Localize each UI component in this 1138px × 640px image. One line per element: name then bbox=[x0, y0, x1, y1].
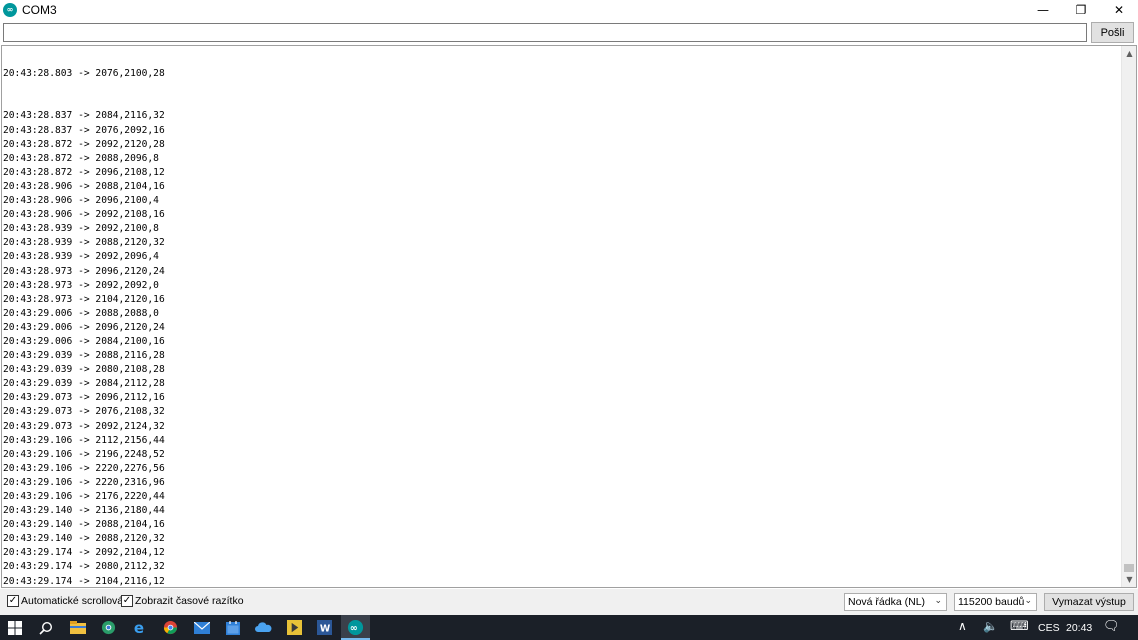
output-line: 20:43:28.872 -> 2092,2120,28 bbox=[3, 138, 165, 150]
chevron-down-icon: ⌄ bbox=[1024, 596, 1032, 606]
output-line: 20:43:29.140 -> 2088,2120,32 bbox=[3, 533, 165, 545]
output-line: 20:43:29.106 -> 2176,2220,44 bbox=[3, 491, 165, 502]
edge-icon[interactable]: e bbox=[130, 618, 149, 637]
output-line: 20:43:29.174 -> 2080,2112,32 bbox=[3, 561, 165, 573]
clear-output-button[interactable]: Vymazat výstup bbox=[1044, 593, 1134, 611]
output-line: 20:43:28.906 -> 2092,2108,16 bbox=[3, 209, 165, 221]
volume-icon[interactable]: 🔈 bbox=[983, 619, 998, 633]
line-ending-select[interactable]: Nová řádka (NL) ⌄ bbox=[844, 593, 947, 611]
output-line: 20:43:29.039 -> 2080,2108,28 bbox=[3, 364, 165, 376]
output-line: 20:43:28.939 -> 2092,2100,8 bbox=[3, 223, 159, 235]
mail-icon[interactable] bbox=[192, 618, 211, 637]
output-line: 20:43:28.973 -> 2104,2120,16 bbox=[3, 293, 165, 305]
autoscroll-checkbox[interactable]: ✓ bbox=[7, 595, 19, 607]
check-icon: ✓ bbox=[8, 595, 18, 606]
tray-overflow-icon[interactable]: ∧ bbox=[958, 619, 967, 633]
search-icon[interactable] bbox=[36, 618, 55, 637]
timestamp-option[interactable]: ✓ Zobrazit časové razítko bbox=[121, 595, 244, 607]
media-player-icon[interactable] bbox=[285, 618, 304, 637]
output-line: 20:43:29.006 -> 2096,2120,24 bbox=[3, 321, 165, 333]
output-line: 20:43:29.174 -> 2092,2104,12 bbox=[3, 547, 165, 559]
output-line: 20:43:29.106 -> 2196,2248,52 bbox=[3, 448, 165, 460]
output-line: 20:43:29.174 -> 2104,2116,12 bbox=[3, 575, 165, 587]
output-line: 20:43:29.106 -> 2220,2316,96 bbox=[3, 476, 165, 488]
baud-rate-value: 115200 baudů bbox=[958, 596, 1025, 608]
autoscroll-label: Automatické scrollování bbox=[21, 595, 132, 607]
output-line: 20:43:28.939 -> 2092,2096,4 bbox=[3, 251, 159, 263]
close-icon: ✕ bbox=[1113, 2, 1125, 17]
output-line: 20:43:29.039 -> 2088,2116,28 bbox=[3, 350, 165, 362]
timestamp-label: Zobrazit časové razítko bbox=[135, 595, 244, 607]
send-bar: Pošli bbox=[0, 20, 1138, 45]
output-line: 20:43:28.837 -> 2084,2116,32 bbox=[3, 110, 165, 122]
word-icon[interactable]: W bbox=[315, 618, 334, 637]
svg-text:W: W bbox=[320, 624, 331, 635]
output-line: 20:43:28.973 -> 2092,2092,0 bbox=[3, 279, 159, 291]
output-line: 20:43:29.073 -> 2096,2112,16 bbox=[3, 392, 165, 404]
scroll-up-icon: ▲ bbox=[1126, 49, 1133, 58]
clock[interactable]: 20:43 bbox=[1066, 622, 1092, 634]
send-button[interactable]: Pošli bbox=[1091, 22, 1134, 43]
line-ending-value: Nová řádka (NL) bbox=[848, 596, 926, 608]
scroll-down-button[interactable]: ▼ bbox=[1122, 572, 1136, 587]
close-button[interactable]: ✕ bbox=[1100, 0, 1138, 19]
bottom-bar: ✓ Automatické scrollování ✓ Zobrazit čas… bbox=[0, 589, 1138, 615]
svg-text:∞: ∞ bbox=[350, 623, 358, 634]
output-line: 20:43:29.006 -> 2084,2100,16 bbox=[3, 335, 165, 347]
language-indicator[interactable]: CES bbox=[1038, 622, 1060, 634]
window-title: COM3 bbox=[22, 2, 57, 17]
output-line: 20:43:29.039 -> 2084,2112,28 bbox=[3, 378, 165, 390]
scroll-thumb[interactable] bbox=[1124, 564, 1134, 572]
taskbar: e W ∞ ∧ 🔈 ⌨ CES 20:43 🗨 bbox=[0, 615, 1138, 640]
output-line: 20:43:28.906 -> 2088,2104,16 bbox=[3, 180, 165, 192]
output-line-partial: 20:43:28.803 -> 2076,2100,28 bbox=[3, 68, 165, 80]
autoscroll-option[interactable]: ✓ Automatické scrollování bbox=[7, 595, 132, 607]
vertical-scrollbar[interactable]: ▲ ▼ bbox=[1121, 46, 1136, 587]
output-line: 20:43:28.872 -> 2088,2096,8 bbox=[3, 152, 159, 164]
arduino-app-icon: ∞ bbox=[3, 2, 17, 17]
restore-button[interactable]: ❐ bbox=[1062, 0, 1100, 19]
check-icon: ✓ bbox=[122, 595, 132, 606]
timestamp-checkbox[interactable]: ✓ bbox=[121, 595, 133, 607]
onedrive-icon[interactable] bbox=[254, 618, 273, 637]
windows-start-icon[interactable] bbox=[5, 618, 24, 637]
serial-send-input[interactable] bbox=[3, 23, 1087, 42]
output-line: 20:43:29.073 -> 2076,2108,32 bbox=[3, 406, 165, 418]
title-bar: ∞ COM3 — ❐ ✕ bbox=[0, 0, 1138, 19]
chrome-icon[interactable] bbox=[161, 618, 180, 637]
output-line: 20:43:28.939 -> 2088,2120,32 bbox=[3, 237, 165, 249]
svg-text:e: e bbox=[134, 620, 144, 635]
output-line: 20:43:29.140 -> 2136,2180,44 bbox=[3, 505, 165, 517]
scroll-up-button[interactable]: ▲ bbox=[1122, 46, 1136, 61]
output-line: 20:43:29.106 -> 2112,2156,44 bbox=[3, 434, 165, 446]
file-explorer-icon[interactable] bbox=[68, 618, 87, 637]
output-line: 20:43:29.140 -> 2088,2104,16 bbox=[3, 519, 165, 531]
arduino-icon[interactable]: ∞ bbox=[346, 618, 365, 637]
output-line: 20:43:28.872 -> 2096,2108,12 bbox=[3, 166, 165, 178]
chevron-down-icon: ⌄ bbox=[934, 596, 942, 606]
output-line: 20:43:29.106 -> 2220,2276,56 bbox=[3, 462, 165, 474]
scroll-down-icon: ▼ bbox=[1126, 575, 1133, 584]
calendar-icon[interactable] bbox=[223, 618, 242, 637]
restore-icon: ❐ bbox=[1075, 2, 1087, 17]
output-line: 20:43:28.837 -> 2076,2092,16 bbox=[3, 124, 165, 136]
output-line: 20:43:28.906 -> 2096,2100,4 bbox=[3, 195, 159, 207]
window-controls: — ❐ ✕ bbox=[1024, 0, 1138, 19]
keyboard-icon[interactable]: ⌨ bbox=[1010, 618, 1029, 634]
browser-icon[interactable] bbox=[99, 618, 118, 637]
output-line: 20:43:29.073 -> 2092,2124,32 bbox=[3, 420, 165, 432]
serial-output[interactable]: 20:43:28.803 -> 2076,2100,28 20:43:28.83… bbox=[1, 45, 1137, 588]
minimize-icon: — bbox=[1037, 2, 1049, 17]
minimize-button[interactable]: — bbox=[1024, 0, 1062, 19]
notification-icon[interactable]: 🗨 bbox=[1103, 618, 1120, 634]
output-line: 20:43:29.006 -> 2088,2088,0 bbox=[3, 307, 159, 319]
baud-rate-select[interactable]: 115200 baudů ⌄ bbox=[954, 593, 1037, 611]
output-lines: 20:43:28.803 -> 2076,2100,28 20:43:28.83… bbox=[3, 46, 1121, 587]
output-line: 20:43:28.973 -> 2096,2120,24 bbox=[3, 265, 165, 277]
